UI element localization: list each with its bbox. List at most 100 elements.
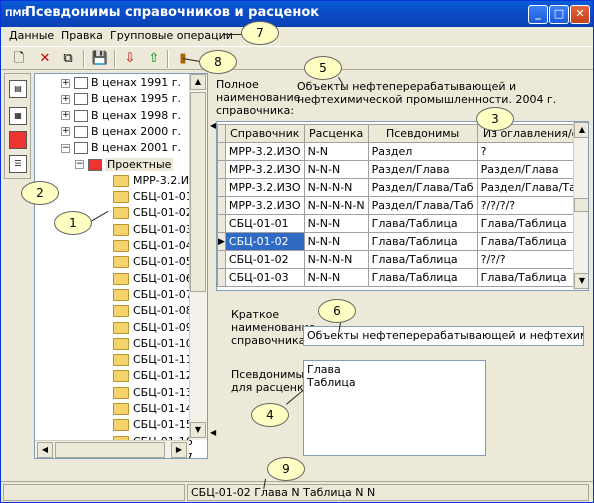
scroll-thumb-horizontal[interactable] bbox=[55, 442, 165, 458]
document-icon[interactable]: ☰ bbox=[9, 155, 27, 173]
table-cell[interactable]: СБЦ-01-03 bbox=[224, 268, 305, 287]
column-header-aliases[interactable]: Псевдонимы bbox=[367, 124, 478, 143]
row-indicator[interactable] bbox=[217, 160, 226, 179]
expand-icon[interactable]: + bbox=[61, 94, 70, 104]
import-icon[interactable]: ⇩ bbox=[120, 49, 140, 69]
close-button[interactable]: ✕ bbox=[570, 5, 590, 24]
table-cell[interactable]: N-N-N bbox=[303, 268, 369, 287]
splitter-arrow-icon[interactable]: ◀ bbox=[210, 428, 216, 437]
table-cell[interactable]: Глава/Таблица bbox=[367, 268, 478, 287]
tree-item[interactable]: СБЦ-01-12 bbox=[113, 368, 193, 384]
tree-item[interactable]: СБЦ-01-10 bbox=[113, 336, 193, 352]
tree-item[interactable]: СБЦ-01-11 bbox=[113, 352, 193, 368]
column-header-rate[interactable]: Расценка bbox=[303, 124, 369, 143]
tree-item[interactable]: СБЦ-01-07 bbox=[113, 287, 193, 303]
tree-item[interactable]: СБЦ-01-04 bbox=[113, 238, 193, 254]
table-cell[interactable]: Глава/Таблица bbox=[367, 232, 478, 251]
table-cell[interactable]: N-N-N bbox=[303, 214, 369, 233]
table-row[interactable]: МРР-3.2.ИЗО N-N Раздел? bbox=[217, 142, 588, 161]
table-row[interactable]: ▶ СБЦ-01-02 N-N-N Глава/Таблица Глава/Таблиц… bbox=[217, 232, 588, 251]
table-cell[interactable]: Раздел/Глава bbox=[367, 160, 478, 179]
collapse-icon[interactable]: − bbox=[61, 143, 70, 153]
table-cell[interactable]: СБЦ-01-02 bbox=[224, 250, 305, 269]
table-cell[interactable]: N-N-N bbox=[303, 160, 369, 179]
scroll-left-icon[interactable]: ◀ bbox=[37, 442, 53, 458]
table-cell[interactable]: МРР-3.2.ИЗО bbox=[224, 196, 305, 215]
books-stack-icon[interactable] bbox=[9, 131, 27, 149]
table-cell[interactable]: СБЦ-01-01 bbox=[224, 214, 305, 233]
new-icon[interactable]: 🗋 bbox=[9, 49, 29, 69]
scroll-thumb[interactable] bbox=[574, 198, 588, 212]
table-row[interactable]: СБЦ-01-02 N-N-N-N Глава/Таблица ?/?/? bbox=[217, 250, 588, 269]
tree-item[interactable]: СБЦ-01-05 bbox=[113, 254, 193, 270]
tree-item[interactable]: СБЦ-01-02 bbox=[113, 205, 193, 221]
title-bar[interactable]: ПМР Псевдонимы справочников и расценок _… bbox=[1, 1, 593, 27]
menu-group-operations[interactable]: Групповые операции bbox=[110, 29, 233, 42]
tree-item[interactable]: + В ценах 1991 г. bbox=[61, 75, 181, 91]
catalog-tree[interactable]: + В ценах 1991 г. + В ценах 1995 г. + В ценах… bbox=[34, 73, 208, 459]
copy-icon[interactable]: ⧉ bbox=[58, 49, 78, 69]
row-indicator[interactable] bbox=[217, 178, 226, 197]
tree-item[interactable]: СБЦ-01-13 bbox=[113, 385, 193, 401]
table-row[interactable]: СБЦ-01-01 N-N-N Глава/Таблица Глава/Таблица bbox=[217, 214, 588, 233]
minimize-button[interactable]: _ bbox=[528, 5, 548, 24]
tree-item[interactable]: СБЦ-01-03 bbox=[113, 222, 193, 238]
tree-vertical-scrollbar[interactable]: ▲ ▼ bbox=[189, 74, 207, 440]
table-cell[interactable]: Раздел bbox=[367, 142, 478, 161]
row-indicator[interactable] bbox=[217, 142, 226, 161]
table-cell[interactable]: МРР-3.2.ИЗО bbox=[224, 142, 305, 161]
tree-item[interactable]: + В ценах 2000 г. bbox=[61, 124, 181, 140]
scroll-down-icon[interactable]: ▼ bbox=[190, 422, 206, 438]
table-cell[interactable]: Глава/Таблица bbox=[367, 250, 478, 269]
column-header-catalog[interactable]: Справочник bbox=[224, 124, 305, 143]
tree-item[interactable]: − В ценах 2001 г. bbox=[61, 140, 181, 156]
table-row[interactable]: МРР-3.2.ИЗО N-N-N Раздел/Глава Раздел/Глава bbox=[217, 160, 588, 179]
table-cell[interactable]: Глава/Таблица bbox=[367, 214, 478, 233]
tree-horizontal-scrollbar[interactable]: ◀ ▶ bbox=[35, 440, 189, 458]
table-cell[interactable]: N-N-N-N bbox=[303, 250, 369, 269]
row-indicator[interactable] bbox=[217, 268, 226, 287]
scroll-up-icon[interactable]: ▲ bbox=[190, 74, 206, 90]
scroll-up-icon[interactable]: ▲ bbox=[574, 122, 588, 138]
expand-icon[interactable]: + bbox=[61, 78, 70, 88]
expand-icon[interactable]: + bbox=[61, 127, 70, 137]
tree-item[interactable]: СБЦ-01-14 bbox=[113, 401, 193, 417]
table-cell[interactable]: МРР-3.2.ИЗО bbox=[224, 160, 305, 179]
menu-data[interactable]: Данные bbox=[9, 29, 54, 42]
table-cell[interactable]: МРР-3.2.ИЗО bbox=[224, 178, 305, 197]
short-name-field[interactable]: Объекты нефтеперерабатывающей и нефтехим… bbox=[303, 326, 584, 346]
menu-edit[interactable]: Правка bbox=[61, 29, 103, 42]
table-cell[interactable]: N-N bbox=[303, 142, 369, 161]
grid-vertical-scrollbar[interactable]: ▲ ▼ bbox=[573, 122, 588, 290]
table-row[interactable]: МРР-3.2.ИЗО N-N-N-N-N Раздел/Глава/Таб ?/?/… bbox=[217, 196, 588, 215]
delete-icon[interactable]: ✕ bbox=[35, 49, 55, 69]
tree-item[interactable]: СБЦ-01-01 bbox=[113, 189, 193, 205]
aliases-field[interactable]: Глава Таблица bbox=[303, 360, 486, 456]
tree-item[interactable]: СБЦ-01-06 bbox=[113, 271, 193, 287]
table-cell[interactable]: N-N-N-N bbox=[303, 178, 369, 197]
tree-item[interactable]: СБЦ-01-09 bbox=[113, 320, 193, 336]
row-pointer-icon[interactable]: ▶ bbox=[217, 232, 226, 251]
scroll-thumb[interactable] bbox=[190, 92, 206, 292]
table-cell[interactable]: N-N-N bbox=[303, 232, 369, 251]
table-cell[interactable]: СБЦ-01-02 bbox=[224, 232, 305, 251]
table-cell[interactable]: Раздел/Глава/Таб bbox=[367, 196, 478, 215]
tree-item[interactable]: − Проектные bbox=[75, 157, 174, 173]
tree-item[interactable]: СБЦ-01-15 bbox=[113, 417, 193, 433]
tree-item[interactable]: + В ценах 1998 г. bbox=[61, 108, 181, 124]
scroll-right-icon[interactable]: ▶ bbox=[171, 442, 187, 458]
collapse-icon[interactable]: − bbox=[75, 160, 84, 169]
table-cell[interactable]: N-N-N-N-N bbox=[303, 196, 369, 215]
table-row[interactable]: СБЦ-01-03 N-N-N Глава/Таблица Глава/Таблица bbox=[217, 268, 588, 287]
book-icon[interactable]: ▦ bbox=[9, 107, 27, 125]
save-icon[interactable]: 💾 bbox=[90, 49, 110, 69]
maximize-button[interactable]: □ bbox=[549, 5, 569, 24]
expand-icon[interactable]: + bbox=[61, 111, 70, 121]
tree-item[interactable]: СБЦ-01-08 bbox=[113, 303, 193, 319]
row-indicator[interactable] bbox=[217, 196, 226, 215]
export-icon[interactable]: ⇧ bbox=[144, 49, 164, 69]
row-indicator[interactable] bbox=[217, 250, 226, 269]
scroll-down-icon[interactable]: ▼ bbox=[574, 273, 588, 289]
aliases-grid[interactable]: Справочник Расценка Псевдонимы Из оглавл… bbox=[216, 121, 589, 291]
panel-splitter[interactable]: ◀ ◀ bbox=[209, 73, 216, 459]
